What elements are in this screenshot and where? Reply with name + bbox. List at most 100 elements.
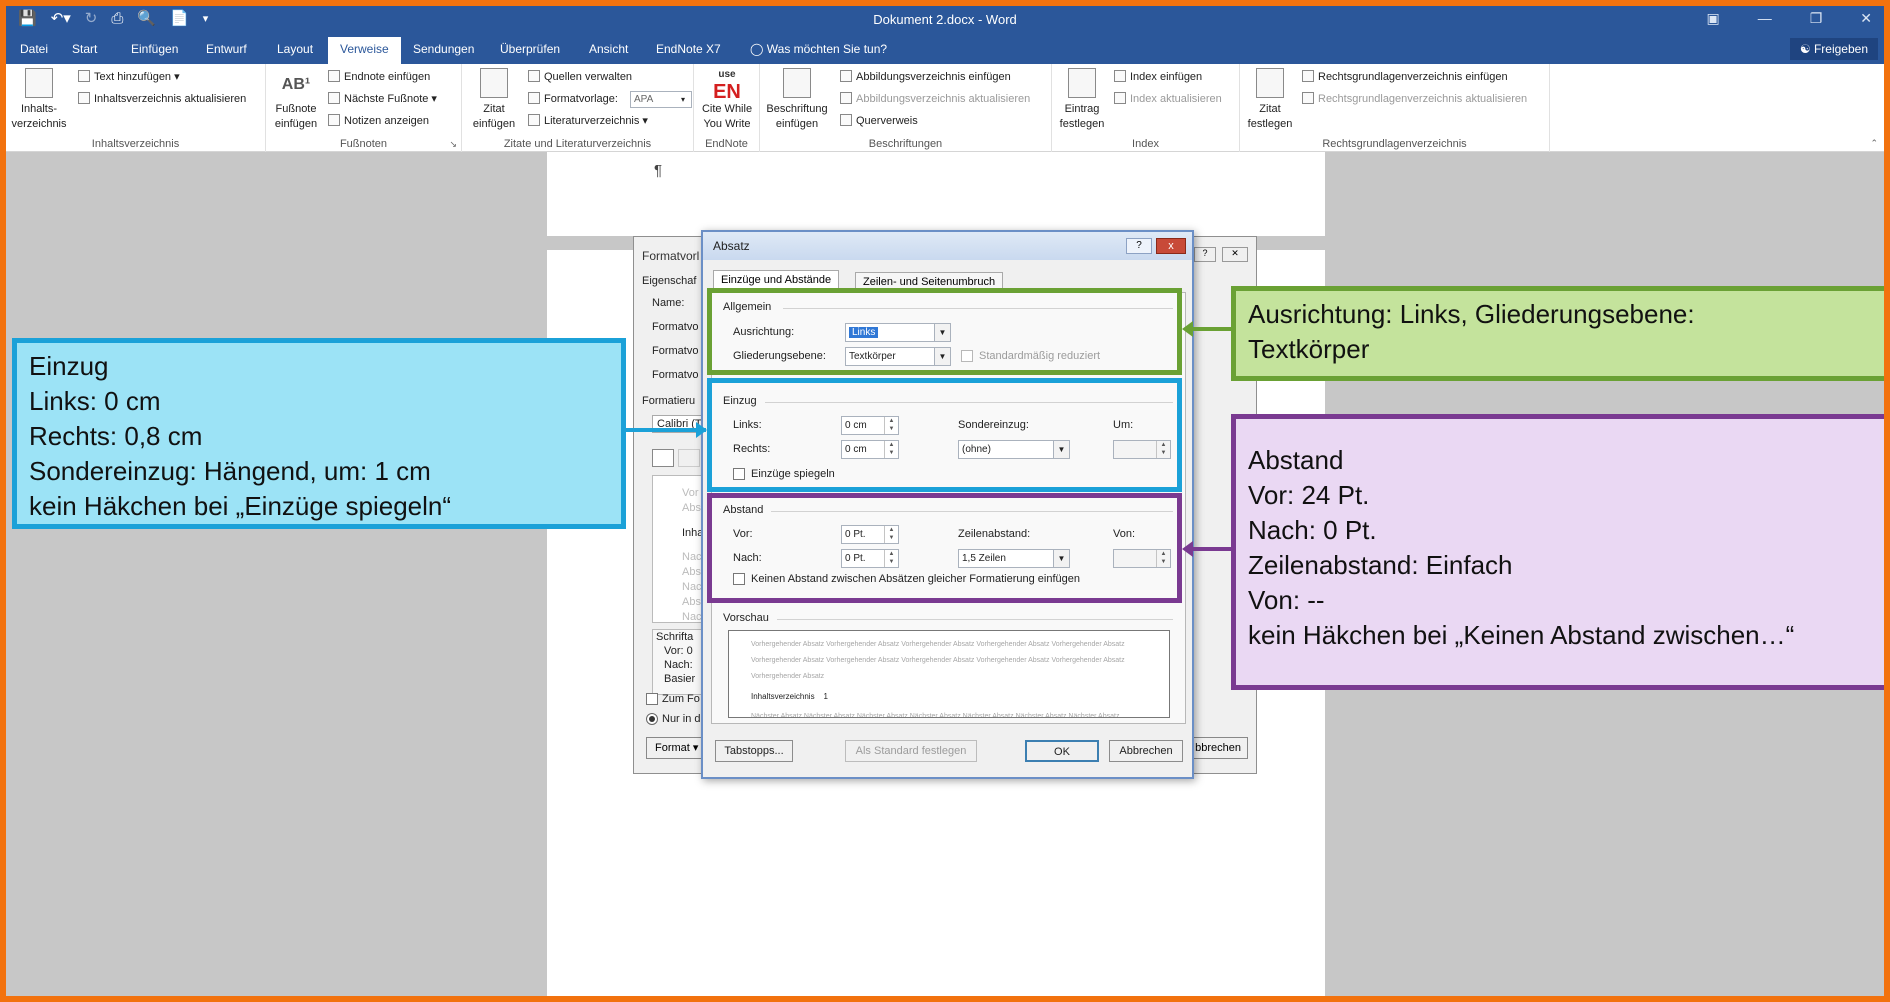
index-icon — [1114, 70, 1126, 82]
insert-toa-button[interactable]: Rechtsgrundlagenverzeichnis einfügen — [1302, 68, 1508, 86]
set-default-button[interactable]: Als Standard festlegen — [845, 740, 977, 762]
style-row-1: Formatvo — [652, 321, 699, 333]
insert-index-label: Index einfügen — [1130, 71, 1203, 83]
only-this-doc-radio[interactable] — [646, 713, 658, 725]
group-footnotes: AB¹ Fußnote einfügen Endnote einfügen Nä… — [266, 64, 462, 152]
tab-ueberpruefen[interactable]: Überprüfen — [488, 40, 572, 64]
ribbon-display-icon[interactable]: ▣ — [1706, 10, 1719, 27]
tab-start[interactable]: Start — [60, 40, 109, 64]
manage-sources-icon — [528, 70, 540, 82]
bg-cancel-button[interactable]: bbrechen — [1186, 737, 1248, 759]
document-page-1[interactable] — [547, 152, 1325, 236]
arrow-head-left-icon — [1182, 321, 1193, 337]
window-controls: ▣ — ❐ ✕ — [1706, 10, 1872, 27]
cite-while-you-write-label: Cite While You Write — [701, 103, 753, 130]
update-tof-button[interactable]: Abbildungsverzeichnis aktualisieren — [840, 90, 1030, 108]
arrow-general — [1192, 327, 1236, 331]
group-label-toc: Inhaltsverzeichnis — [91, 138, 180, 150]
share-button[interactable]: ☯ Freigeben — [1789, 38, 1878, 60]
person-icon: ☯ — [1799, 42, 1814, 56]
footnote-icon: AB¹ — [281, 76, 311, 93]
minimize-icon[interactable]: — — [1758, 10, 1772, 27]
tab-einfuegen[interactable]: Einfügen — [119, 40, 190, 64]
style-dialog-help-icon[interactable]: ? — [1194, 247, 1216, 262]
update-index-button[interactable]: Index aktualisieren — [1114, 90, 1222, 108]
ribbon: Inhalts- verzeichnis Text hinzufügen ▾ I… — [6, 64, 1884, 152]
add-to-gallery-label: Zum Fo — [662, 693, 700, 705]
insert-tof-label: Abbildungsverzeichnis einfügen — [856, 71, 1011, 83]
restore-icon[interactable]: ❐ — [1810, 10, 1823, 27]
collapse-ribbon-icon[interactable]: ⌃ — [1870, 138, 1878, 149]
update-toa-button[interactable]: Rechtsgrundlagenverzeichnis aktualisiere… — [1302, 90, 1527, 108]
title-bar: 💾 ↶▾ ↻ ⎙ 🔍 📄 ▾ Dokument 2.docx - Word ▣ … — [6, 6, 1884, 34]
tab-sendungen[interactable]: Sendungen — [401, 40, 486, 64]
show-notes-button[interactable]: Notizen anzeigen — [328, 112, 429, 130]
group-label-citations: Zitate und Literaturverzeichnis — [503, 138, 652, 150]
manage-sources-button[interactable]: Quellen verwalten — [528, 68, 632, 86]
help-icon[interactable]: ? — [1126, 238, 1152, 254]
bg-desc-1: Schrifta — [656, 631, 694, 643]
bg-preview-line-3: Nac — [682, 551, 702, 563]
citation-style-select[interactable]: APA ▾ — [630, 91, 692, 108]
insert-index-button[interactable]: Index einfügen — [1114, 68, 1202, 86]
ok-button[interactable]: OK — [1025, 740, 1099, 762]
add-text-label: Text hinzufügen — [94, 71, 172, 83]
highlight-indent — [707, 378, 1182, 492]
tab-endnote[interactable]: EndNote X7 — [644, 40, 733, 64]
tell-me-text: Was möchten Sie tun? — [766, 42, 888, 56]
tell-me-box[interactable]: ◯ Was möchten Sie tun? — [738, 40, 899, 64]
endnote-logo-main: EN — [713, 81, 741, 103]
group-authorities: Zitat festlegen Rechtsgrundlagenverzeich… — [1240, 64, 1550, 152]
citation-icon — [480, 68, 508, 98]
manage-sources-label: Quellen verwalten — [544, 71, 633, 83]
caption-icon — [783, 68, 811, 98]
bg-preview-line-5: Nac — [682, 581, 702, 593]
mark-entry-button[interactable]: Eintrag festlegen — [1056, 68, 1108, 132]
only-this-doc-label: Nur in d — [662, 713, 701, 725]
tab-verweise[interactable]: Verweise — [328, 37, 401, 64]
insert-citation-button[interactable]: Zitat einfügen — [466, 68, 522, 132]
update-toc-button[interactable]: Inhaltsverzeichnis aktualisieren — [78, 90, 246, 108]
insert-caption-button[interactable]: Beschriftung einfügen — [764, 68, 830, 132]
preview-current-paragraph: Inhaltsverzeichnis 1 — [751, 692, 828, 701]
annotation-indent-line: Links: 0 cm — [29, 386, 161, 416]
annotation-spacing-line: Vor: 24 Pt. — [1248, 480, 1370, 510]
add-text-icon — [78, 70, 90, 82]
align-center-icon[interactable] — [678, 449, 700, 467]
cancel-button[interactable]: Abbrechen — [1109, 740, 1183, 762]
annotation-indent-line: Sondereinzug: Hängend, um: 1 cm — [29, 456, 431, 486]
cite-while-you-write-button[interactable]: use EN Cite While You Write — [696, 68, 758, 132]
radio-dot — [649, 716, 655, 722]
bibliography-button[interactable]: Literaturverzeichnis ▾ — [528, 112, 648, 130]
tabs-button[interactable]: Tabstopps... — [715, 740, 793, 762]
style-dialog-close-icon[interactable]: ✕ — [1222, 247, 1248, 262]
tab-layout[interactable]: Layout — [265, 40, 325, 64]
tab-ansicht[interactable]: Ansicht — [577, 40, 640, 64]
next-footnote-icon — [328, 92, 340, 104]
crossref-button[interactable]: Querverweis — [840, 112, 918, 130]
insert-footnote-button[interactable]: AB¹ Fußnote einfügen — [270, 68, 322, 132]
insert-endnote-button[interactable]: Endnote einfügen — [328, 68, 430, 86]
paragraph-mark: ¶ — [654, 162, 663, 179]
tab-datei[interactable]: Datei — [8, 40, 60, 64]
format-button[interactable]: Format ▾ — [646, 737, 704, 759]
dialog-launcher-icon[interactable]: ↘ — [449, 139, 457, 150]
add-text-button[interactable]: Text hinzufügen ▾ — [78, 68, 180, 86]
highlight-spacing — [707, 493, 1182, 603]
next-footnote-button[interactable]: Nächste Fußnote ▾ — [328, 90, 437, 108]
mark-citation-button[interactable]: Zitat festlegen — [1244, 68, 1296, 132]
close-icon[interactable]: x — [1156, 238, 1186, 254]
style-formatting-label: Formatieru — [642, 395, 696, 407]
close-icon[interactable]: ✕ — [1860, 10, 1872, 27]
insert-tof-button[interactable]: Abbildungsverzeichnis einfügen — [840, 68, 1011, 86]
bg-preview-line-4: Abs — [682, 566, 701, 578]
align-left-icon[interactable] — [652, 449, 674, 467]
annotation-spacing-line: kein Häkchen bei „Keinen Abstand zwische… — [1248, 620, 1795, 650]
bg-desc-2: Vor: 0 — [664, 645, 693, 657]
tab-entwurf[interactable]: Entwurf — [194, 40, 259, 64]
toc-icon — [25, 68, 53, 98]
show-notes-icon — [328, 114, 340, 126]
update-index-label: Index aktualisieren — [1130, 93, 1222, 105]
add-to-gallery-checkbox[interactable] — [646, 693, 658, 705]
toc-button[interactable]: Inhalts- verzeichnis — [10, 68, 68, 132]
